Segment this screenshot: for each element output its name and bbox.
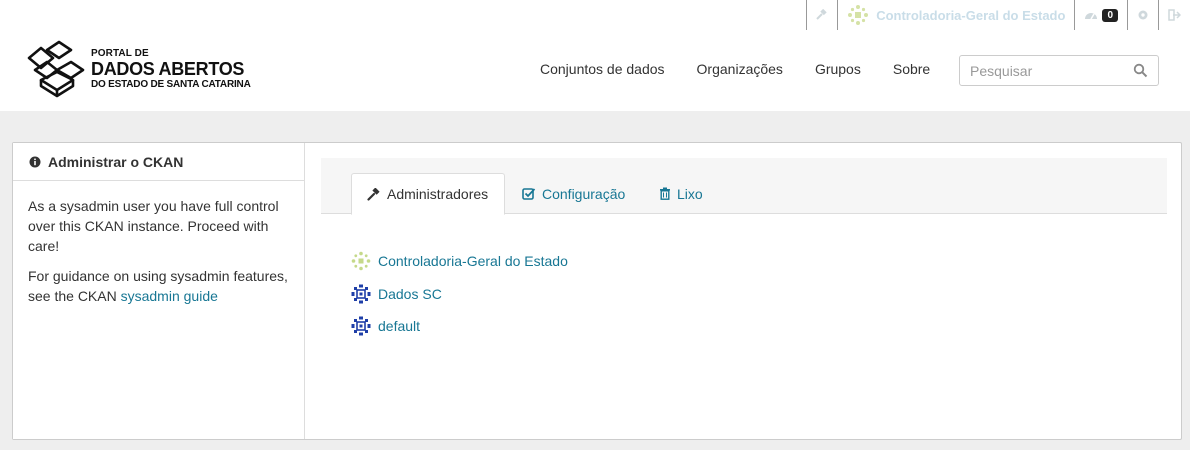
user-name: Controladoria-Geral do Estado — [876, 7, 1066, 23]
sign-out-icon — [1168, 9, 1181, 21]
main-wrapper: Administrar o CKAN As a sysadmin user yo… — [12, 142, 1182, 440]
logo-boxes-icon — [27, 40, 85, 98]
dashboard-icon — [1085, 13, 1098, 20]
search-input[interactable] — [970, 62, 1120, 79]
main-nav: Conjuntos de dados Organizações Grupos S… — [540, 61, 930, 77]
tab-configuracao[interactable]: Configuração — [522, 173, 625, 214]
dashboard-link[interactable]: 0 — [1074, 0, 1127, 30]
nav-item-groups[interactable]: Grupos — [815, 61, 861, 77]
masthead: Controladoria-Geral do Estado 0 PORTAL D… — [0, 0, 1190, 111]
sysadmin-guidance: For guidance on using sysadmin features,… — [28, 268, 288, 304]
list-item: default — [351, 316, 568, 336]
nav-item-organizations[interactable]: Organizações — [697, 61, 783, 77]
sysadmin-warning: As a sysadmin user you have full control… — [28, 198, 279, 254]
tab-administradores[interactable]: Administradores — [351, 173, 505, 215]
nav-item-datasets[interactable]: Conjuntos de dados — [540, 61, 665, 77]
user-account-link[interactable]: Controladoria-Geral do Estado — [837, 0, 1074, 30]
sysadmin-settings-link[interactable] — [806, 0, 837, 30]
gavel-icon — [367, 187, 380, 201]
user-avatar — [351, 251, 371, 271]
logo-text: PORTAL DE DADOS ABERTOS DO ESTADO DE SAN… — [91, 47, 251, 90]
activity-badge: 0 — [1102, 8, 1118, 22]
trash-icon — [660, 187, 670, 200]
sidebar-heading: Administrar o CKAN — [13, 143, 304, 181]
user-settings-link[interactable] — [1127, 0, 1158, 30]
search-icon — [1133, 63, 1148, 78]
user-avatar — [848, 5, 869, 25]
info-circle-icon — [29, 156, 41, 167]
site-logo[interactable]: PORTAL DE DADOS ABERTOS DO ESTADO DE SAN… — [27, 40, 251, 98]
primary-content: Administradores Configuração Lixo Contro… — [321, 158, 1167, 430]
admin-link[interactable]: Dados SC — [378, 286, 442, 302]
check-square-icon — [522, 188, 536, 200]
account-bar: Controladoria-Geral do Estado 0 — [806, 0, 1190, 30]
sidebar: Administrar o CKAN As a sysadmin user yo… — [13, 143, 305, 439]
gear-icon — [1138, 10, 1148, 20]
search-button[interactable] — [1133, 63, 1148, 81]
gavel-icon — [816, 9, 827, 20]
site-search — [959, 55, 1159, 86]
admin-link[interactable]: Controladoria-Geral do Estado — [378, 253, 568, 269]
admin-link[interactable]: default — [378, 318, 420, 334]
sysadmin-guide-link[interactable]: sysadmin guide — [121, 288, 218, 304]
user-avatar — [351, 316, 371, 336]
nav-item-about[interactable]: Sobre — [893, 61, 930, 77]
list-item: Dados SC — [351, 284, 568, 304]
list-item: Controladoria-Geral do Estado — [351, 251, 568, 271]
logout-link[interactable] — [1158, 0, 1190, 30]
user-avatar — [351, 284, 371, 303]
sidebar-content: As a sysadmin user you have full control… — [13, 181, 304, 331]
admin-list: Controladoria-Geral do Estado Dados SC d… — [351, 251, 568, 349]
tab-lixo[interactable]: Lixo — [659, 173, 703, 214]
